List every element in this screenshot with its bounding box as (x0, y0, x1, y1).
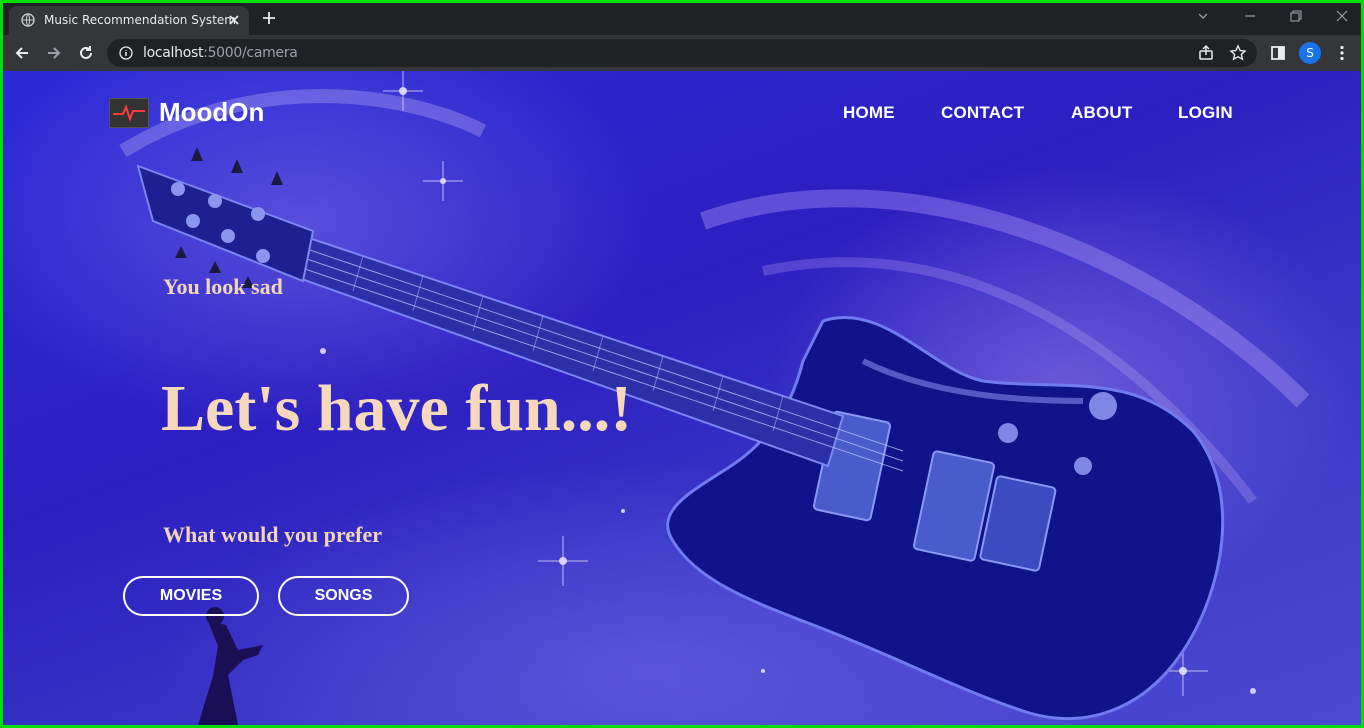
site-logo[interactable] (109, 98, 149, 128)
share-icon[interactable] (1197, 44, 1215, 62)
site-navbar: MoodOn HOME CONTACT ABOUT LOGIN (3, 71, 1361, 151)
hero-headline: Let's have fun...! (161, 372, 633, 445)
brand-name[interactable]: MoodOn (159, 97, 264, 128)
menu-kebab-icon[interactable] (1333, 44, 1351, 62)
tab-strip: Music Recommendation System (3, 3, 1361, 35)
browser-tab[interactable]: Music Recommendation System (9, 6, 249, 35)
url-host: localhost (143, 45, 204, 61)
bookmark-star-icon[interactable] (1229, 44, 1247, 62)
address-bar[interactable]: localhost:5000/camera (107, 39, 1257, 67)
back-icon[interactable] (13, 44, 31, 62)
url-text: localhost:5000/camera (143, 45, 298, 61)
url-path: :5000/camera (203, 45, 298, 61)
new-tab-icon[interactable] (261, 10, 277, 26)
movies-button[interactable]: MOVIES (123, 576, 259, 616)
info-icon[interactable] (119, 46, 133, 60)
browser-window: Music Recommendation System localhost:50… (3, 3, 1361, 725)
nav-about[interactable]: ABOUT (1071, 103, 1132, 123)
preference-question: What would you prefer (163, 522, 382, 547)
profile-avatar[interactable]: S (1299, 42, 1321, 64)
songs-button[interactable]: SONGS (278, 576, 409, 616)
side-panel-icon[interactable] (1269, 44, 1287, 62)
restore-icon[interactable] (1289, 9, 1303, 23)
close-tab-icon[interactable] (227, 13, 241, 27)
tab-search-icon[interactable] (1196, 9, 1210, 23)
close-window-icon[interactable] (1335, 9, 1349, 23)
tab-title: Music Recommendation System (44, 13, 236, 27)
minimize-icon[interactable] (1243, 9, 1257, 23)
forward-icon[interactable] (45, 44, 63, 62)
browser-toolbar: localhost:5000/camera S (3, 35, 1361, 71)
nav-home[interactable]: HOME (843, 103, 895, 123)
nav-login[interactable]: LOGIN (1178, 103, 1233, 123)
heartbeat-logo-icon (110, 99, 148, 127)
mood-message: You look sad (163, 274, 283, 299)
page-viewport: MoodOn HOME CONTACT ABOUT LOGIN You look… (3, 71, 1361, 725)
nav-contact[interactable]: CONTACT (941, 103, 1024, 123)
globe-icon (21, 13, 35, 27)
reload-icon[interactable] (77, 44, 95, 62)
